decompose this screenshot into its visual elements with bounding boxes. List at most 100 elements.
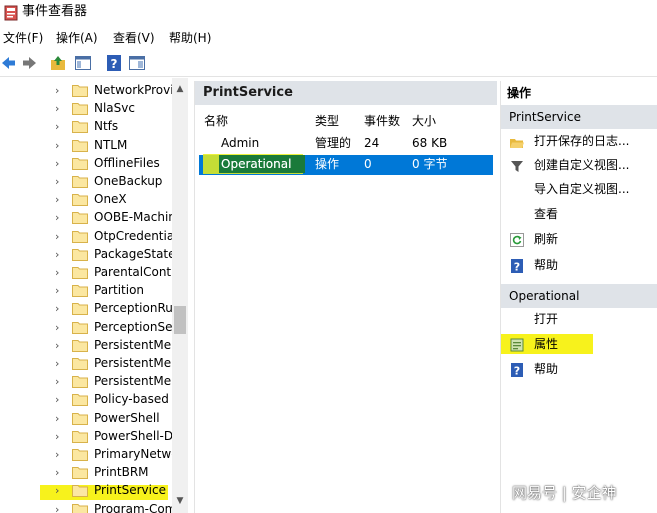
up-folder-icon[interactable] [49,54,67,72]
chevron-right-icon[interactable]: › [55,503,65,513]
tree-item[interactable]: › Program-Com [0,501,172,513]
log-list-pane: PrintService 名称 类型 事件数 大小 Admin 管理的 24 6… [194,81,497,513]
chevron-right-icon[interactable]: › [55,120,65,134]
chevron-right-icon[interactable]: › [55,175,65,189]
tree-item[interactable]: › NlaSvc [0,100,172,118]
tree-item[interactable]: › PrintBRM [0,464,172,482]
tree-scrollbar[interactable]: ▲ ▼ [172,78,188,513]
folder-icon [72,193,88,207]
action-label: 查看 [534,207,559,221]
forward-arrow-icon[interactable] [20,54,38,72]
action-view[interactable]: 查看 [501,204,657,226]
chevron-right-icon[interactable]: › [55,139,65,153]
action-create-custom-view[interactable]: 创建自定义视图... [501,155,657,177]
action-properties[interactable]: 属性 [501,334,657,356]
log-type: 管理的 [315,136,352,150]
column-header-size[interactable]: 大小 [412,114,436,129]
tree-item[interactable]: › Policy-based C [0,391,172,409]
chevron-right-icon[interactable]: › [55,230,65,244]
chevron-right-icon[interactable]: › [55,393,65,407]
show-hide-tree-icon[interactable] [74,54,92,72]
chevron-right-icon[interactable]: › [55,484,65,498]
tree-item[interactable]: › PowerShell [0,410,172,428]
back-arrow-icon[interactable] [0,54,18,72]
tree-item[interactable]: › Ntfs [0,118,172,136]
column-header-type[interactable]: 类型 [315,114,339,129]
log-type: 操作 [315,157,340,171]
folder-icon [72,321,88,334]
action-open[interactable]: 打开 [501,309,657,331]
chevron-right-icon[interactable]: › [55,339,65,353]
refresh-icon [509,232,525,248]
chevron-right-icon[interactable]: › [55,375,65,389]
scroll-up-icon[interactable]: ▲ [172,82,188,96]
tree-item[interactable]: › NetworkProvis [0,82,172,100]
chevron-right-icon[interactable]: › [55,412,65,426]
tree-item-label: PrintBRM [94,465,149,480]
tree-item[interactable]: › ParentalContro [0,264,172,282]
tree-item-label: NlaSvc [94,101,135,116]
tree-item[interactable]: › PrintService [0,482,172,501]
tree-item[interactable]: › OneX [0,191,172,209]
chevron-right-icon[interactable]: › [55,357,65,371]
action-help-operational[interactable]: ? 帮助 [501,359,657,381]
action-label: 帮助 [534,362,559,376]
tree-item[interactable]: › PerceptionRur [0,300,172,318]
tree-item[interactable]: › OtpCredentialI [0,228,172,246]
chevron-right-icon[interactable]: › [55,448,65,462]
section-header-printservice[interactable]: PrintService [501,105,657,129]
chevron-right-icon[interactable]: › [55,284,65,298]
menu-action[interactable]: 操作(A) [56,31,98,45]
tree-item[interactable]: › NTLM [0,137,172,155]
column-header-count[interactable]: 事件数 [364,114,400,129]
show-hide-action-pane-icon[interactable] [128,54,146,72]
tree-item[interactable]: › PersistentMem [0,355,172,373]
tree-item[interactable]: › PersistentMem [0,337,172,355]
chevron-right-icon[interactable]: › [55,102,65,116]
title-bar: 事件查看器 [0,0,657,26]
tree-item[interactable]: › OfflineFiles [0,155,172,173]
action-import-custom-view[interactable]: 导入自定义视图... [501,179,657,201]
chevron-right-icon[interactable]: › [55,193,65,207]
tree-item[interactable]: › PowerShell-De [0,428,172,446]
section-header-operational[interactable]: Operational [501,284,657,308]
chevron-right-icon[interactable]: › [55,466,65,480]
help-icon[interactable]: ? [105,54,123,72]
folder-icon [72,484,88,498]
chevron-right-icon[interactable]: › [55,211,65,225]
tree-item-label: OtpCredentialI [94,228,172,243]
svg-text:?: ? [514,261,520,274]
menu-view[interactable]: 查看(V) [113,31,155,45]
action-label: 打开 [534,312,559,326]
column-header-name[interactable]: 名称 [204,114,228,129]
tree-item[interactable]: › OOBE-Machin [0,209,172,227]
chevron-right-icon[interactable]: › [55,321,65,335]
tree-item[interactable]: › PrimaryNetwo [0,446,172,464]
log-row-admin[interactable]: Admin 管理的 24 68 KB [199,134,493,154]
chevron-right-icon[interactable]: › [55,248,65,262]
menu-file[interactable]: 文件(F) [3,31,43,45]
tree-item[interactable]: › Partition [0,282,172,300]
help-icon: ? [509,362,525,378]
folder-icon [72,339,88,352]
scroll-down-icon[interactable]: ▼ [172,494,188,508]
chevron-right-icon[interactable]: › [55,157,65,171]
tree-item-label: NetworkProvis [94,83,172,97]
folder-icon [72,139,88,152]
menu-help[interactable]: 帮助(H) [169,31,211,45]
tree-item-label: Partition [94,283,145,298]
chevron-right-icon[interactable]: › [55,84,65,98]
chevron-right-icon[interactable]: › [55,266,65,280]
folder-icon [72,466,88,480]
action-refresh[interactable]: 刷新 [501,229,657,251]
action-open-saved-log[interactable]: 打开保存的日志... [501,131,657,153]
tree-item[interactable]: › PerceptionSen [0,319,172,337]
chevron-right-icon[interactable]: › [55,302,65,316]
scroll-thumb[interactable] [174,306,186,334]
tree-item[interactable]: › PackageStateR [0,246,172,264]
log-count: 24 [364,136,380,150]
tree-item[interactable]: › OneBackup [0,173,172,191]
tree-item[interactable]: › PersistentMem [0,373,172,391]
chevron-right-icon[interactable]: › [55,430,65,444]
action-help[interactable]: ? 帮助 [501,255,657,277]
